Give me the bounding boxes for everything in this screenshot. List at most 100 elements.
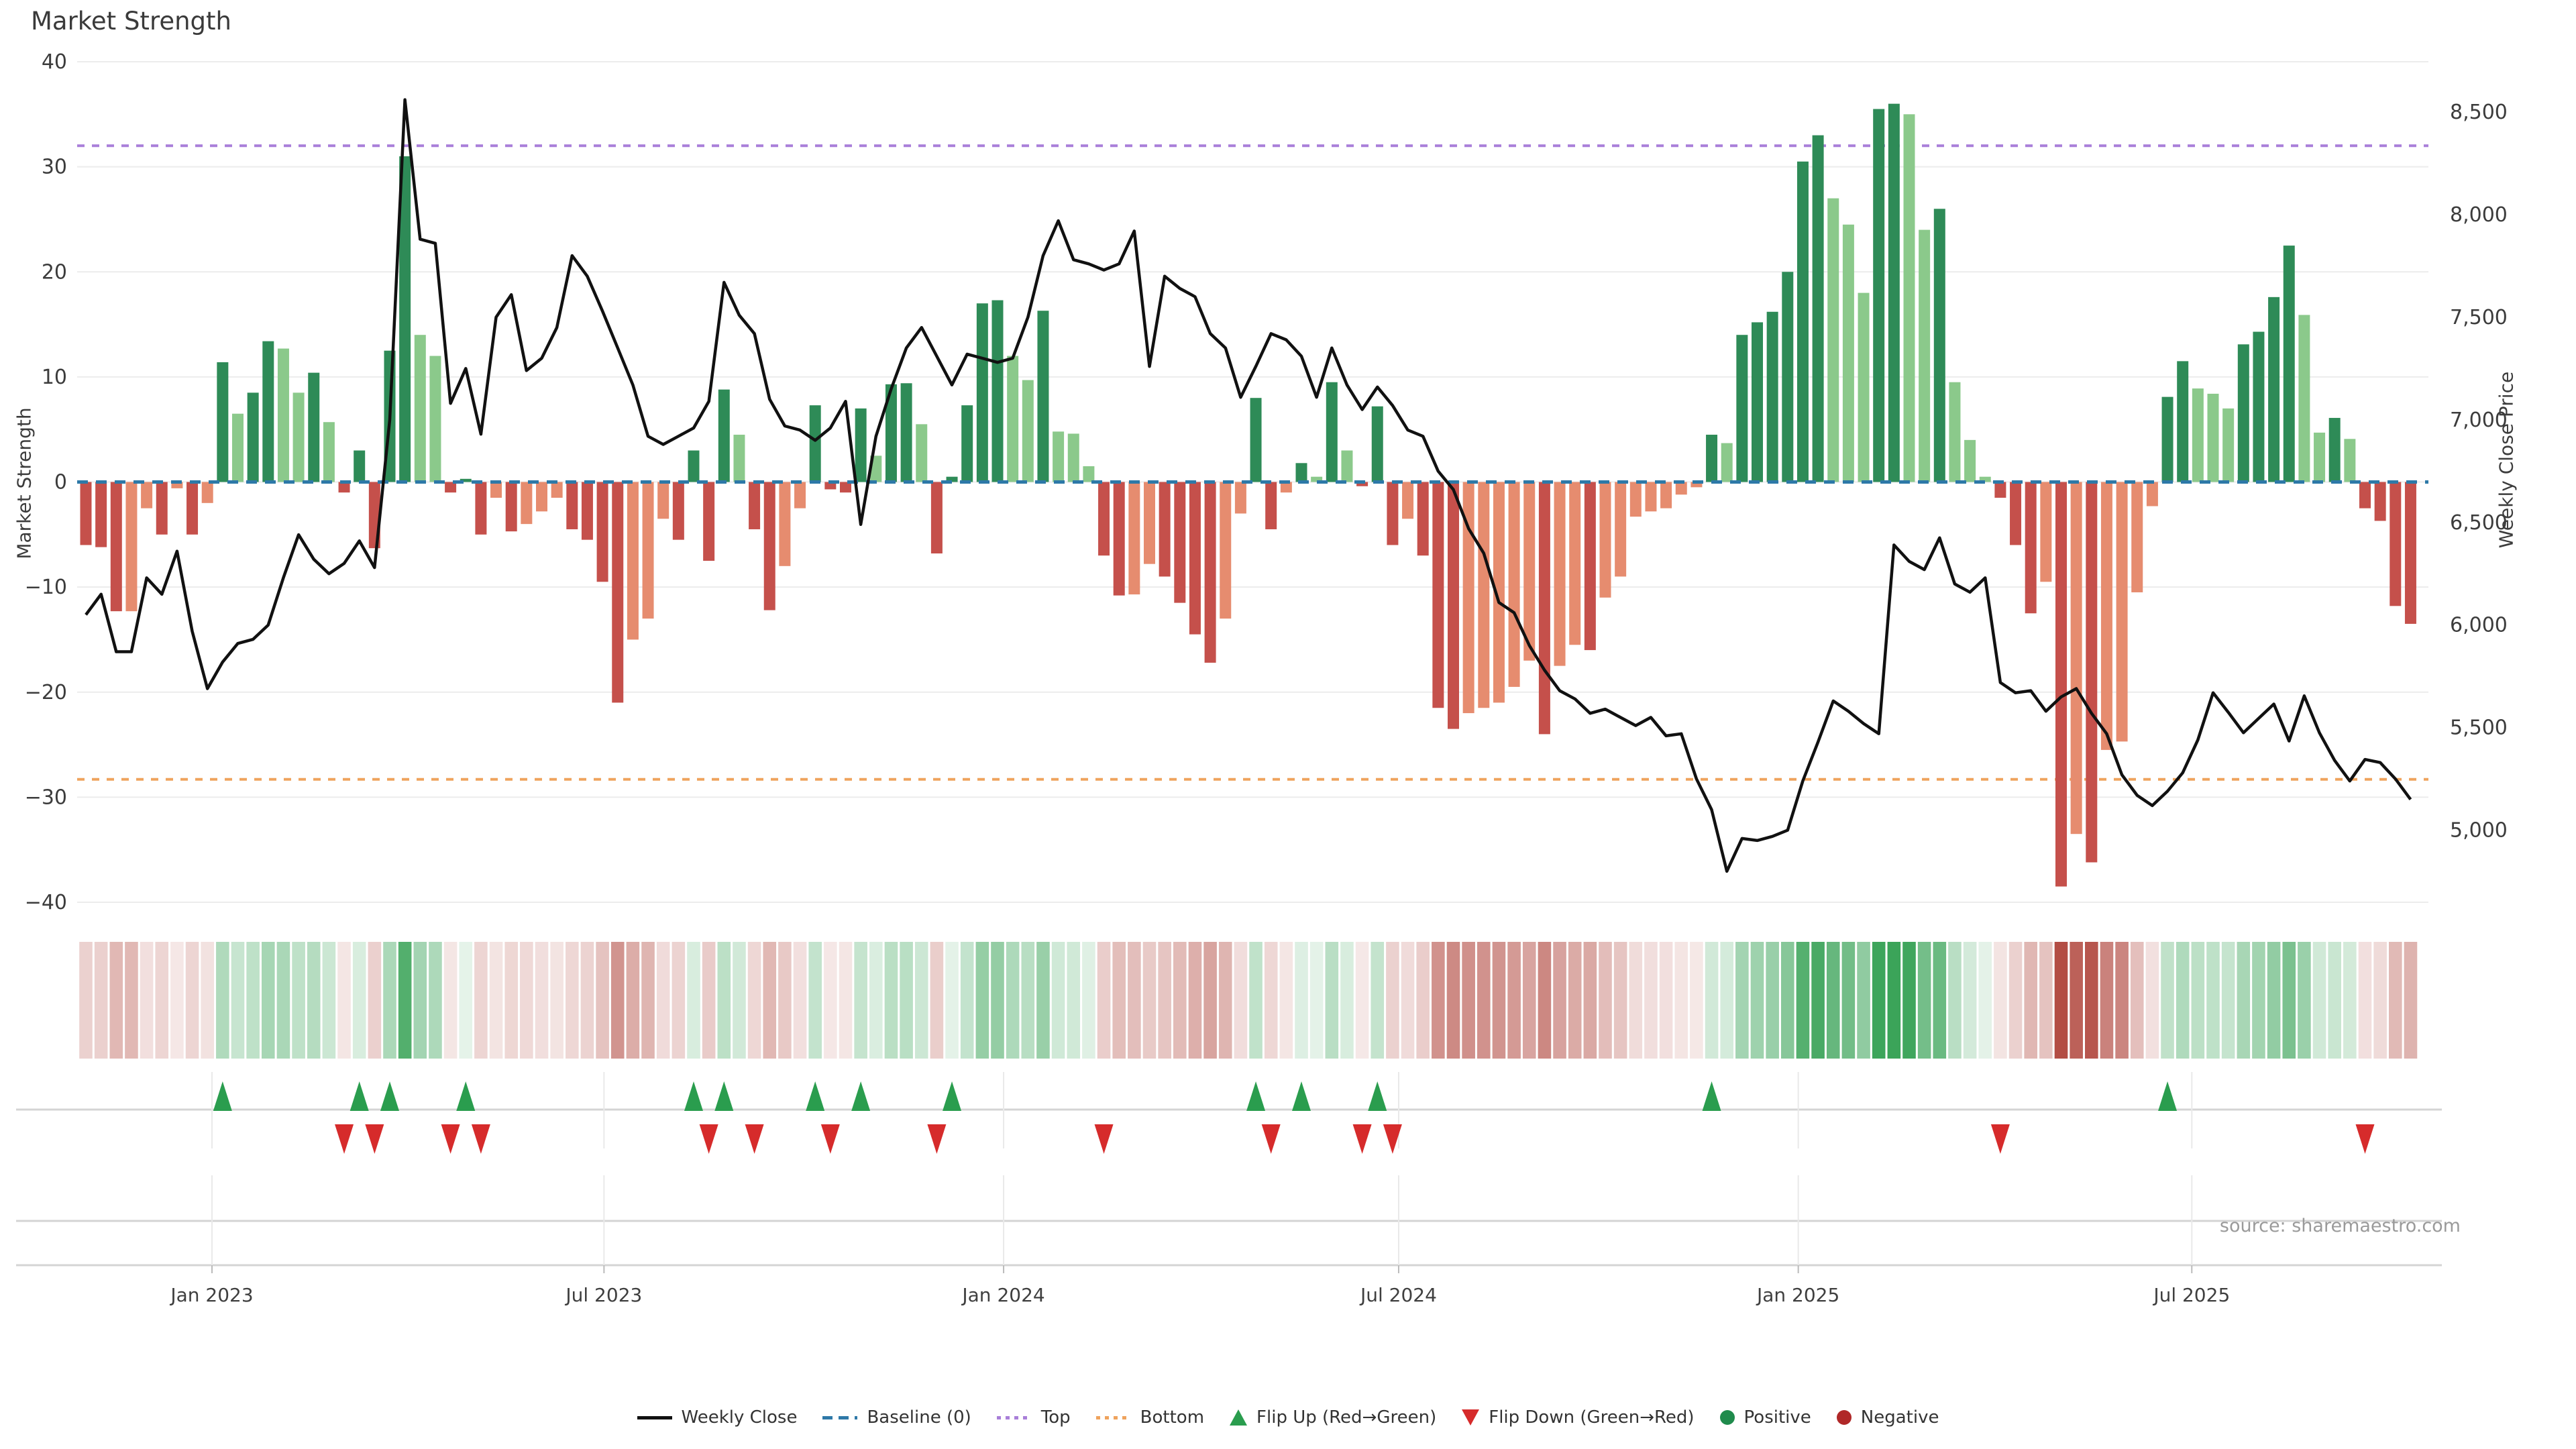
heatmap-cell [2115, 942, 2129, 1059]
heatmap-cell [2055, 942, 2068, 1059]
flip-down-marker [1262, 1124, 1281, 1154]
heatmap-cell [702, 942, 716, 1059]
legend-item-label: Top [1041, 1407, 1071, 1428]
heatmap-cell [2328, 942, 2341, 1059]
heatmap-cell [1735, 942, 1749, 1059]
heatmap-cell [1705, 942, 1719, 1059]
strength-bar [1007, 356, 1018, 482]
strength-bar [1159, 482, 1171, 577]
left-axis-tick: −30 [25, 786, 67, 809]
strength-bar [1873, 109, 1884, 482]
heatmap-cell [1234, 942, 1248, 1059]
flip-down-marker [2356, 1124, 2375, 1154]
strength-bar [733, 435, 745, 482]
strength-bar [977, 303, 988, 482]
strength-bar [2116, 482, 2128, 742]
legend-item-label: Negative [1861, 1407, 1939, 1428]
strength-bar [1174, 482, 1185, 603]
heatmap-cell [2009, 942, 2023, 1059]
strength-bar [1341, 451, 1352, 482]
heatmap-cell [1371, 942, 1384, 1059]
heatmap-cell [1888, 942, 1901, 1059]
strength-bar [2390, 482, 2401, 606]
strength-bar [323, 422, 335, 482]
flip-up-marker [806, 1081, 824, 1111]
source-note: source: sharemaestro.com [2220, 1216, 2461, 1236]
strength-bar [1752, 322, 1763, 482]
strength-bar [1569, 482, 1580, 645]
heatmap-cell [824, 942, 837, 1059]
strength-bar [262, 341, 274, 482]
heatmap-cell [1493, 942, 1506, 1059]
heatmap-cell [1280, 942, 1293, 1059]
right-axis-tick: 5,500 [2450, 716, 2508, 740]
right-axis-tick: 8,000 [2450, 203, 2508, 227]
flip-down-marker [1991, 1124, 2010, 1154]
strength-bar [2298, 315, 2310, 482]
strength-bar [2177, 361, 2188, 482]
strength-bar [1478, 482, 1489, 708]
strength-bar [1554, 482, 1566, 666]
strength-bar [2375, 482, 2386, 521]
legend-item: Flip Up (Red→Green) [1230, 1407, 1436, 1428]
legend-item-label: Positive [1744, 1407, 1811, 1428]
heatmap-cell [1432, 942, 1445, 1059]
heatmap-cell [1477, 942, 1491, 1059]
strength-bar [1630, 482, 1642, 517]
heatmap-cell [1599, 942, 1612, 1059]
heatmap-cell [1902, 942, 1916, 1059]
strength-bar [810, 405, 821, 482]
left-axis-tick: 10 [42, 366, 67, 389]
strength-bar [1585, 482, 1596, 651]
heatmap-cell [535, 942, 549, 1059]
strength-bar [1387, 482, 1398, 545]
strength-bar [657, 482, 669, 519]
heatmap-cell [201, 942, 214, 1059]
heatmap-cell [1660, 942, 1673, 1059]
heatmap-cell [900, 942, 913, 1059]
flip-up-marker [851, 1081, 870, 1111]
strength-bar [1919, 230, 1930, 482]
flip-up-marker [714, 1081, 733, 1111]
heatmap-cell [733, 942, 746, 1059]
strength-bar [217, 362, 228, 482]
heatmap-cell [1189, 942, 1202, 1059]
strength-bar [521, 482, 532, 525]
solid-line-swatch [637, 1416, 672, 1419]
heatmap-cell [1720, 942, 1733, 1059]
strength-bar [2208, 394, 2219, 482]
strength-bar [2040, 482, 2051, 582]
heatmap-cell [1629, 942, 1643, 1059]
strength-bar [643, 482, 654, 619]
flip-down-marker [821, 1124, 840, 1154]
strength-bar [1813, 136, 1824, 482]
heatmap-cell [368, 942, 382, 1059]
strength-bar [597, 482, 608, 582]
flip-down-marker [745, 1124, 764, 1154]
strength-bar [186, 482, 198, 535]
strength-bar [916, 424, 927, 482]
heatmap-cell [657, 942, 670, 1059]
strength-bar [1448, 482, 1459, 729]
heatmap-cell [474, 942, 488, 1059]
heatmap-cell [2359, 942, 2372, 1059]
strength-bar [2192, 388, 2204, 482]
heatmap-cell [794, 942, 807, 1059]
strength-bar [1721, 443, 1733, 482]
strength-bar [141, 482, 152, 508]
heatmap-cell [839, 942, 853, 1059]
strength-bar [1235, 482, 1246, 514]
strength-bar [1296, 463, 1307, 482]
heatmap-cell [2206, 942, 2220, 1059]
dotted-line-swatch [997, 1416, 1032, 1419]
heatmap-cell [2039, 942, 2053, 1059]
heatmap-cell [307, 942, 321, 1059]
left-axis-label: Market Strength [13, 390, 36, 578]
heatmap-cell [1811, 942, 1825, 1059]
strength-bar [1265, 482, 1277, 529]
strength-bar [80, 482, 92, 545]
flip-down-marker [927, 1124, 946, 1154]
strength-bar [794, 482, 806, 508]
heatmap-cell [520, 942, 533, 1059]
strength-bar [1615, 482, 1626, 577]
